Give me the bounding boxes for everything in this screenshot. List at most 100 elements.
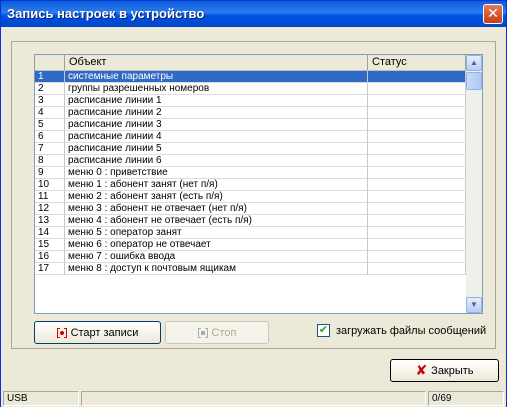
table-row[interactable]: 16 меню 7 : ошибка ввода xyxy=(35,251,466,263)
row-object-cell: меню 1 : абонент занят (нет п/я) xyxy=(65,179,368,191)
row-status-cell xyxy=(368,107,466,119)
row-number-cell: 17 xyxy=(35,263,65,275)
status-port: USB xyxy=(3,391,79,406)
row-object-cell: расписание линии 1 xyxy=(65,95,368,107)
row-number-cell: 9 xyxy=(35,167,65,179)
row-object-cell: расписание линии 6 xyxy=(65,155,368,167)
table-row[interactable]: 13 меню 4 : абонент не отвечает (есть п/я… xyxy=(35,215,466,227)
start-recording-label: Старт записи xyxy=(70,326,139,339)
close-window-button[interactable]: ✕ xyxy=(483,4,503,24)
row-number-cell: 4 xyxy=(35,107,65,119)
row-status-cell xyxy=(368,71,466,83)
row-number-cell: 16 xyxy=(35,251,65,263)
record-icon xyxy=(56,327,67,338)
scroll-thumb[interactable] xyxy=(466,72,482,90)
window-title: Запись настроек в устройство xyxy=(7,6,205,21)
row-status-cell xyxy=(368,191,466,203)
row-number-cell: 12 xyxy=(35,203,65,215)
row-number-cell: 13 xyxy=(35,215,65,227)
close-button[interactable]: ✘ Закрыть xyxy=(390,359,499,382)
row-status-cell xyxy=(368,95,466,107)
chevron-up-icon: ▲ xyxy=(470,58,478,67)
row-object-cell: меню 7 : ошибка ввода xyxy=(65,251,368,263)
row-number-cell: 8 xyxy=(35,155,65,167)
table-row[interactable]: 17 меню 8 : доступ к почтовым ящикам xyxy=(35,263,466,275)
load-message-files-label: загружать файлы сообщений xyxy=(336,324,487,337)
status-progress: 0/69 xyxy=(428,391,504,406)
load-message-files-checkbox[interactable]: ✔ xyxy=(317,324,330,337)
objects-listview[interactable]: Объект Статус 1 системные параметры 2 групп… xyxy=(34,54,483,314)
table-row[interactable]: 12 меню 3 : абонент не отвечает (нет п/я) xyxy=(35,203,466,215)
status-bar: USB 0/69 xyxy=(1,390,506,407)
list-rows: 1 системные параметры 2 группы разрешенных … xyxy=(35,71,466,275)
close-x-icon: ✘ xyxy=(415,362,428,378)
row-object-cell: расписание линии 3 xyxy=(65,119,368,131)
row-status-cell xyxy=(368,227,466,239)
row-number-cell: 1 xyxy=(35,71,65,83)
row-number-cell: 11 xyxy=(35,191,65,203)
row-number-cell: 6 xyxy=(35,131,65,143)
column-header-number[interactable] xyxy=(35,55,65,70)
table-row[interactable]: 9 меню 0 : приветствие xyxy=(35,167,466,179)
chevron-down-icon: ▼ xyxy=(470,300,478,309)
row-object-cell: меню 5 : оператор занят xyxy=(65,227,368,239)
row-object-cell: расписание линии 4 xyxy=(65,131,368,143)
start-recording-button[interactable]: Старт записи xyxy=(34,321,161,344)
status-message xyxy=(81,391,426,406)
row-number-cell: 10 xyxy=(35,179,65,191)
row-status-cell xyxy=(368,155,466,167)
row-object-cell: системные параметры xyxy=(65,71,368,83)
list-header: Объект Статус xyxy=(35,55,466,71)
title-bar[interactable]: Запись настроек в устройство ✕ xyxy=(1,1,506,27)
row-number-cell: 3 xyxy=(35,95,65,107)
vertical-scrollbar[interactable]: ▲ ▼ xyxy=(466,55,482,313)
stop-icon xyxy=(197,327,208,338)
row-status-cell xyxy=(368,215,466,227)
stop-button[interactable]: Стоп xyxy=(165,321,269,344)
scroll-up-button[interactable]: ▲ xyxy=(466,55,482,71)
close-icon: ✕ xyxy=(487,5,499,21)
table-row[interactable]: 10 меню 1 : абонент занят (нет п/я) xyxy=(35,179,466,191)
row-object-cell: меню 4 : абонент не отвечает (есть п/я) xyxy=(65,215,368,227)
row-status-cell xyxy=(368,239,466,251)
row-object-cell: расписание линии 2 xyxy=(65,107,368,119)
row-number-cell: 7 xyxy=(35,143,65,155)
column-header-status[interactable]: Статус xyxy=(368,55,466,70)
row-status-cell xyxy=(368,131,466,143)
row-object-cell: группы разрешенных номеров xyxy=(65,83,368,95)
row-object-cell: меню 2 : абонент занят (есть п/я) xyxy=(65,191,368,203)
row-status-cell xyxy=(368,203,466,215)
row-status-cell xyxy=(368,251,466,263)
table-row[interactable]: 15 меню 6 : оператор не отвечает xyxy=(35,239,466,251)
row-status-cell xyxy=(368,143,466,155)
row-object-cell: расписание линии 5 xyxy=(65,143,368,155)
table-row[interactable]: 6 расписание линии 4 xyxy=(35,131,466,143)
row-object-cell: меню 0 : приветствие xyxy=(65,167,368,179)
row-status-cell xyxy=(368,119,466,131)
table-row[interactable]: 11 меню 2 : абонент занят (есть п/я) xyxy=(35,191,466,203)
table-row[interactable]: 14 меню 5 : оператор занят xyxy=(35,227,466,239)
table-row[interactable]: 4 расписание линии 2 xyxy=(35,107,466,119)
row-number-cell: 14 xyxy=(35,227,65,239)
row-number-cell: 2 xyxy=(35,83,65,95)
table-row[interactable]: 1 системные параметры xyxy=(35,71,466,83)
table-row[interactable]: 3 расписание линии 1 xyxy=(35,95,466,107)
row-number-cell: 5 xyxy=(35,119,65,131)
table-row[interactable]: 8 расписание линии 6 xyxy=(35,155,466,167)
row-number-cell: 15 xyxy=(35,239,65,251)
dialog-window: Запись настроек в устройство ✕ Объект Ст… xyxy=(0,0,507,407)
row-object-cell: меню 8 : доступ к почтовым ящикам xyxy=(65,263,368,275)
table-row[interactable]: 7 расписание линии 5 xyxy=(35,143,466,155)
table-row[interactable]: 5 расписание линии 3 xyxy=(35,119,466,131)
row-status-cell xyxy=(368,263,466,275)
row-status-cell xyxy=(368,167,466,179)
row-status-cell xyxy=(368,83,466,95)
load-message-files-option[interactable]: ✔ загружать файлы сообщений xyxy=(317,324,486,337)
table-row[interactable]: 2 группы разрешенных номеров xyxy=(35,83,466,95)
stop-label: Стоп xyxy=(211,326,237,339)
column-header-object[interactable]: Объект xyxy=(65,55,368,70)
row-object-cell: меню 6 : оператор не отвечает xyxy=(65,239,368,251)
scroll-down-button[interactable]: ▼ xyxy=(466,297,482,313)
close-button-label: Закрыть xyxy=(431,364,474,377)
row-object-cell: меню 3 : абонент не отвечает (нет п/я) xyxy=(65,203,368,215)
